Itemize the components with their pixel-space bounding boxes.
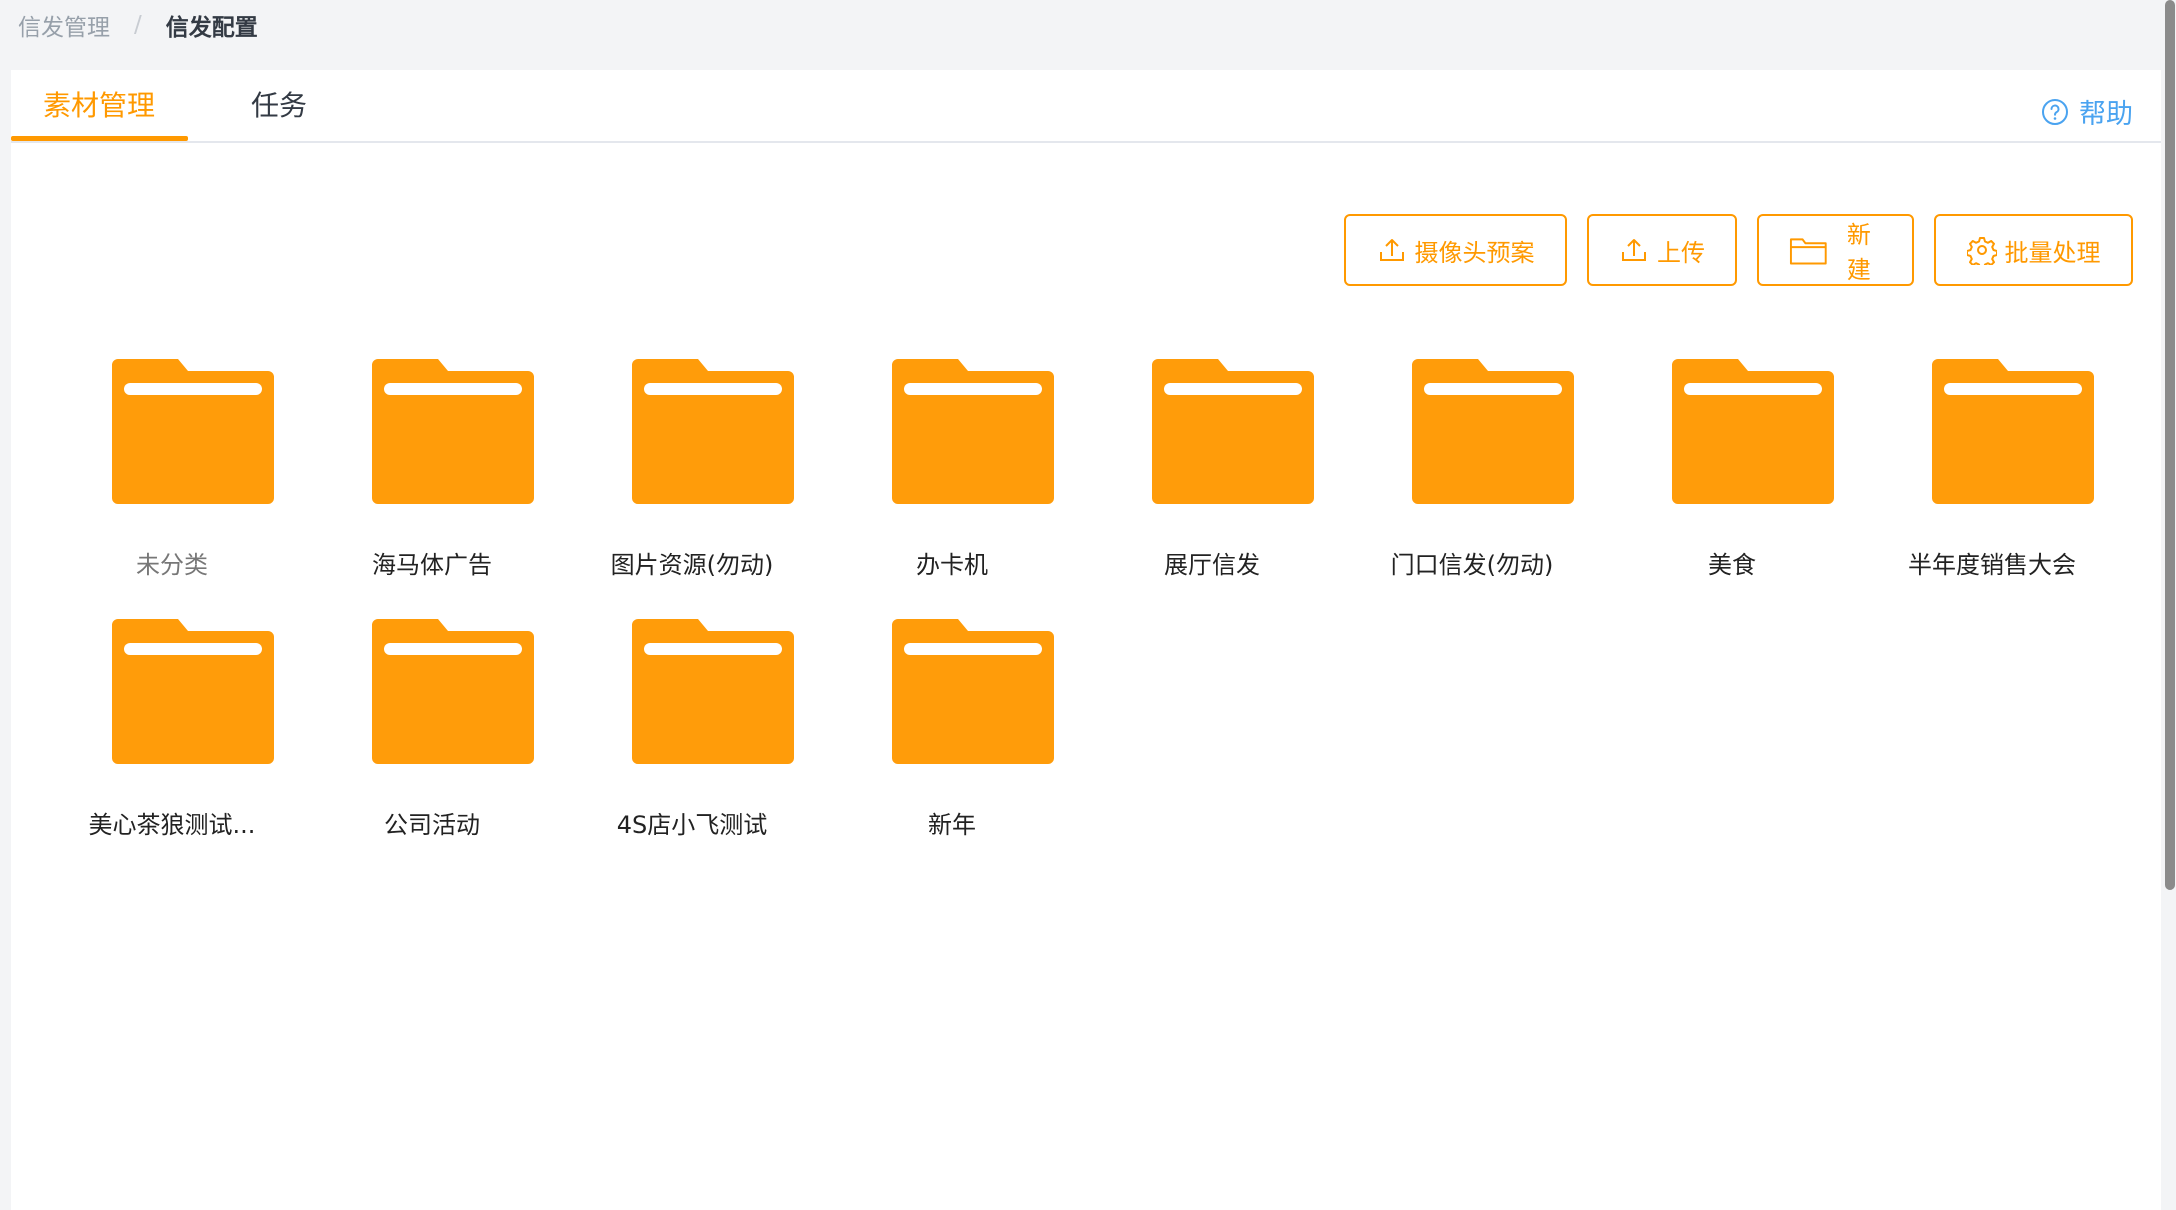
upload-icon — [1379, 239, 1404, 261]
upload-button[interactable]: 上传 — [1587, 214, 1737, 286]
folder-icon — [1672, 359, 1834, 504]
folder-icon — [632, 619, 794, 764]
help-label: 帮助 — [2079, 99, 2133, 130]
folder-item[interactable]: 美心茶狼测试... — [62, 619, 282, 869]
batch-process-label: 批量处理 — [2004, 238, 2101, 267]
folder-item[interactable]: 4S店小飞测试 — [582, 619, 802, 869]
upload-label: 上传 — [1657, 238, 1705, 267]
content-panel: 素材管理 任务 帮助 摄像头预案 上传 新建 批量处理 未分类 海马体广告 图片… — [11, 70, 2161, 1210]
folder-name: 门口信发(勿动) — [1390, 551, 1554, 579]
folder-outline-icon — [1789, 238, 1827, 265]
folder-item[interactable]: 半年度销售大会 — [1882, 359, 2102, 609]
folder-icon — [372, 359, 534, 504]
folder-name: 展厅信发 — [1164, 551, 1260, 579]
folder-item[interactable]: 美食 — [1622, 359, 1842, 609]
toolbar: 摄像头预案 上传 新建 批量处理 — [1344, 214, 2133, 286]
folder-icon — [372, 619, 534, 764]
scrollbar[interactable] — [2164, 0, 2176, 1210]
folder-name: 未分类 — [136, 551, 208, 579]
tab-bar: 素材管理 任务 帮助 — [11, 70, 2161, 143]
folder-item[interactable]: 办卡机 — [842, 359, 1062, 609]
breadcrumb-separator: / — [134, 12, 142, 38]
folder-item[interactable]: 新年 — [842, 619, 1062, 869]
question-circle-icon — [2042, 98, 2068, 125]
tab-material-management[interactable]: 素材管理 — [43, 70, 155, 141]
breadcrumb: 信发管理 / 信发配置 — [18, 0, 258, 50]
folder-name: 办卡机 — [916, 551, 988, 579]
folder-item[interactable]: 海马体广告 — [322, 359, 542, 609]
folder-name: 新年 — [928, 811, 976, 839]
folder-icon — [892, 619, 1054, 764]
camera-plan-label: 摄像头预案 — [1414, 238, 1535, 267]
folder-name: 4S店小飞测试 — [616, 811, 768, 839]
new-label: 新建 — [1846, 221, 1871, 284]
batch-process-button[interactable]: 批量处理 — [1934, 214, 2133, 286]
active-tab-indicator — [11, 136, 188, 141]
breadcrumb-item-signage-management[interactable]: 信发管理 — [18, 8, 110, 42]
upload-icon — [1622, 239, 1646, 261]
folder-icon — [1152, 359, 1314, 504]
folder-name: 半年度销售大会 — [1908, 551, 2076, 579]
folder-icon — [632, 359, 794, 504]
tab-tasks[interactable]: 任务 — [251, 70, 307, 141]
folder-item[interactable]: 公司活动 — [322, 619, 542, 869]
folder-item[interactable]: 未分类 — [62, 359, 282, 609]
folder-icon — [112, 359, 274, 504]
folder-item[interactable]: 图片资源(勿动) — [582, 359, 802, 609]
folder-icon — [1932, 359, 2094, 504]
folder-name: 海马体广告 — [372, 551, 492, 579]
help-link[interactable]: 帮助 — [2041, 92, 2133, 131]
breadcrumb-item-signage-config: 信发配置 — [165, 15, 258, 41]
folder-name: 公司活动 — [384, 811, 480, 839]
camera-plan-button[interactable]: 摄像头预案 — [1344, 214, 1567, 286]
folder-name: 图片资源(勿动) — [610, 551, 774, 579]
folder-icon — [1412, 359, 1574, 504]
folder-name: 美食 — [1708, 551, 1756, 579]
folder-item[interactable]: 展厅信发 — [1102, 359, 1322, 609]
folder-icon — [112, 619, 274, 764]
gear-icon — [1966, 237, 1997, 265]
folder-item[interactable]: 门口信发(勿动) — [1362, 359, 1582, 609]
folder-icon — [892, 359, 1054, 504]
folder-name: 美心茶狼测试... — [88, 811, 256, 839]
new-folder-button[interactable]: 新建 — [1757, 214, 1914, 286]
scrollbar-thumb[interactable] — [2165, 0, 2175, 890]
